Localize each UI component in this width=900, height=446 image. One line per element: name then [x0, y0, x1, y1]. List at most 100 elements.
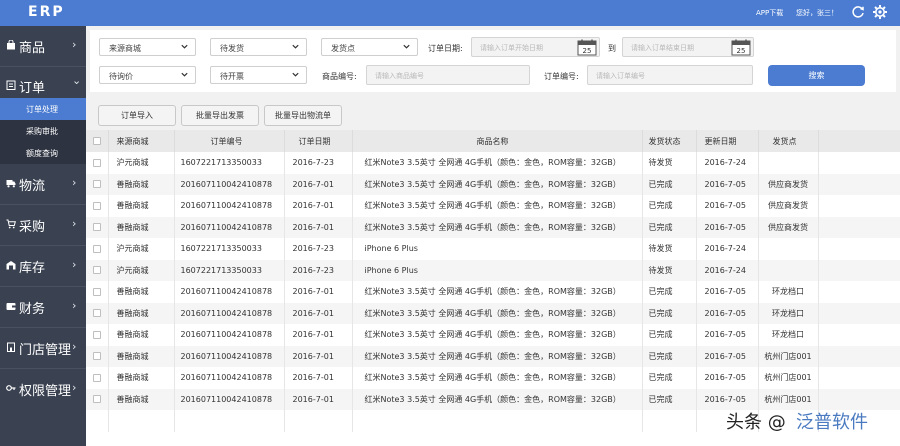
table-cell: 善融商城 [108, 388, 175, 410]
table-cell: 201607110042410878 [174, 302, 285, 324]
row-checkbox-cell[interactable] [86, 324, 109, 346]
refresh-icon[interactable] [850, 4, 866, 20]
column-header-empty [818, 130, 900, 152]
sidebar-subitem-order-processing[interactable]: 订单处理 [0, 98, 86, 120]
row-checkbox-cell[interactable] [86, 259, 109, 281]
table-cell: 供应商发货 [758, 195, 819, 217]
product-code-input[interactable]: 请输入商品编号 [366, 65, 530, 85]
calendar-icon[interactable]: 25 [577, 39, 597, 56]
table-row[interactable]: 善融商城 201607110042410878 2016-7-01 红米Note3 3… [86, 302, 900, 324]
select-all-checkbox[interactable] [92, 137, 101, 145]
row-checkbox[interactable] [92, 395, 101, 404]
sidebar-item-logistics[interactable]: 物流 › [0, 164, 86, 204]
row-checkbox[interactable] [92, 223, 101, 232]
column-header[interactable]: 发货状态 [642, 130, 697, 152]
table-row[interactable]: 善融商城 201607110042410878 2016-7-01 红米Note3 3… [86, 345, 900, 367]
sidebar-item-finance[interactable]: 财务 › [0, 287, 86, 327]
import-orders-button[interactable]: 订单导入 [98, 105, 176, 126]
ship-status-select[interactable]: 待发货 [210, 38, 307, 56]
table-cell: 已完成 [642, 216, 697, 238]
table-cell: 2016-7-05 [696, 345, 759, 367]
search-button[interactable]: 搜索 [768, 65, 865, 86]
table-row[interactable]: 善融商城 201607110042410878 2016-7-01 红米Note3 3… [86, 324, 900, 346]
table-cell: 2016-7-01 [284, 388, 353, 410]
table-row[interactable]: 善融商城 201607110042410878 2016-7-01 红米Note3 3… [86, 367, 900, 389]
table-row[interactable]: 沪元商城 1607221713350033 2016-7-23 红米Note3 3.5… [86, 152, 900, 174]
app-download-link[interactable]: APP下载 [756, 8, 783, 18]
column-header[interactable]: 商品名称 [352, 130, 643, 152]
calendar-icon[interactable]: 25 [731, 39, 751, 56]
table-cell: 红米Note3 3.5英寸 全网通 4G手机（颜色：金色，ROM容量：32GB） [352, 302, 643, 324]
row-checkbox-cell[interactable] [86, 173, 109, 195]
price-status-select[interactable]: 待询价 [99, 66, 196, 84]
table-cell: 红米Note3 3.5英寸 全网通 4G手机（颜色：金色，ROM容量：32GB） [352, 367, 643, 389]
row-checkbox-cell[interactable] [86, 216, 109, 238]
row-checkbox[interactable] [92, 158, 101, 167]
row-checkbox-cell[interactable] [86, 302, 109, 324]
chevron-down-icon [181, 72, 188, 77]
table-cell: 红米Note3 3.5英寸 全网通 4G手机（颜色：金色，ROM容量：32GB） [352, 388, 643, 410]
select-value: 待开票 [220, 72, 244, 81]
sidebar-item-goods[interactable]: 商品 › [0, 26, 86, 66]
table-cell: 红米Note3 3.5英寸 全网通 4G手机（颜色：金色，ROM容量：32GB） [352, 216, 643, 238]
column-header[interactable]: 订单编号 [174, 130, 285, 152]
row-checkbox[interactable] [92, 244, 101, 253]
gear-icon[interactable] [872, 4, 888, 20]
table-cell: 善融商城 [108, 324, 175, 346]
table-row[interactable]: 善融商城 201607110042410878 2016-7-01 红米Note3 3… [86, 216, 900, 238]
table-row[interactable]: 沪元商城 1607221713350033 2016-7-23 iPhone 6 Pl… [86, 238, 900, 260]
sidebar-item-store-management[interactable]: 门店管理 › [0, 328, 86, 368]
table-cell [758, 238, 819, 260]
sidebar-subitem-credit-query[interactable]: 额度查询 [0, 142, 86, 164]
row-checkbox-cell[interactable] [86, 152, 109, 174]
row-checkbox[interactable] [92, 201, 101, 210]
sidebar-item-inventory[interactable]: 库存 › [0, 246, 86, 286]
table-row[interactable]: 善融商城 201607110042410878 2016-7-01 红米Note3 3… [86, 281, 900, 303]
row-checkbox-cell[interactable] [86, 195, 109, 217]
table-cell: 红米Note3 3.5英寸 全网通 4G手机（颜色：金色，ROM容量：32GB） [352, 345, 643, 367]
row-checkbox[interactable] [92, 266, 101, 275]
user-greeting[interactable]: 您好，张三！ [796, 8, 838, 18]
row-checkbox[interactable] [92, 287, 101, 296]
ship-point-select[interactable]: 发货点 [321, 38, 418, 56]
row-checkbox[interactable] [92, 330, 101, 339]
sidebar-subitem-label: 额度查询 [26, 149, 58, 158]
table-cell: 善融商城 [108, 302, 175, 324]
order-no-input[interactable]: 请输入订单编号 [587, 65, 753, 85]
export-logistics-button[interactable]: 批量导出物流单 [264, 105, 342, 126]
table-row[interactable]: 善融商城 201607110042410878 2016-7-01 红米Note3 3… [86, 173, 900, 195]
row-checkbox-cell[interactable] [86, 238, 109, 260]
table-row[interactable]: 沪元商城 1607221713350033 2016-7-23 iPhone 6 Pl… [86, 259, 900, 281]
column-header[interactable]: 来源商城 [108, 130, 175, 152]
table-row[interactable]: 善融商城 201607110042410878 2016-7-01 红米Note3 3… [86, 195, 900, 217]
row-checkbox-cell[interactable] [86, 388, 109, 410]
row-checkbox[interactable] [92, 352, 101, 361]
order-no-label: 订单编号: [544, 72, 579, 81]
column-header[interactable]: 发货点 [758, 130, 819, 152]
calendar-day: 25 [583, 47, 592, 55]
row-checkbox[interactable] [92, 309, 101, 318]
calendar-day: 25 [737, 47, 746, 55]
sidebar-subitem-purchase-approval[interactable]: 采购审批 [0, 120, 86, 142]
column-header[interactable]: 订单日期 [284, 130, 353, 152]
row-checkbox-cell[interactable] [86, 367, 109, 389]
key-icon [6, 385, 16, 391]
row-checkbox[interactable] [92, 180, 101, 189]
select-all-checkbox-cell[interactable] [86, 130, 109, 152]
start-date-input[interactable]: 请输入订单开始日期 25 [471, 37, 600, 57]
table-cell: 2016-7-05 [696, 173, 759, 195]
row-checkbox-cell[interactable] [86, 345, 109, 367]
row-checkbox-cell[interactable] [86, 281, 109, 303]
invoice-status-select[interactable]: 待开票 [210, 66, 307, 84]
table-cell: 供应商发货 [758, 216, 819, 238]
row-checkbox[interactable] [92, 373, 101, 382]
sidebar-item-purchase[interactable]: 采购 › [0, 205, 86, 245]
sidebar-item-permission-management[interactable]: 权限管理 › [0, 369, 86, 409]
source-store-select[interactable]: 来源商城 [99, 38, 196, 56]
end-date-input[interactable]: 请输入订单结束日期 25 [622, 37, 754, 57]
table-cell: 待发货 [642, 152, 697, 174]
column-header[interactable]: 更新日期 [696, 130, 759, 152]
table-cell-empty [818, 259, 900, 281]
chevron-down-icon [292, 72, 299, 77]
export-invoices-button[interactable]: 批量导出发票 [181, 105, 259, 126]
